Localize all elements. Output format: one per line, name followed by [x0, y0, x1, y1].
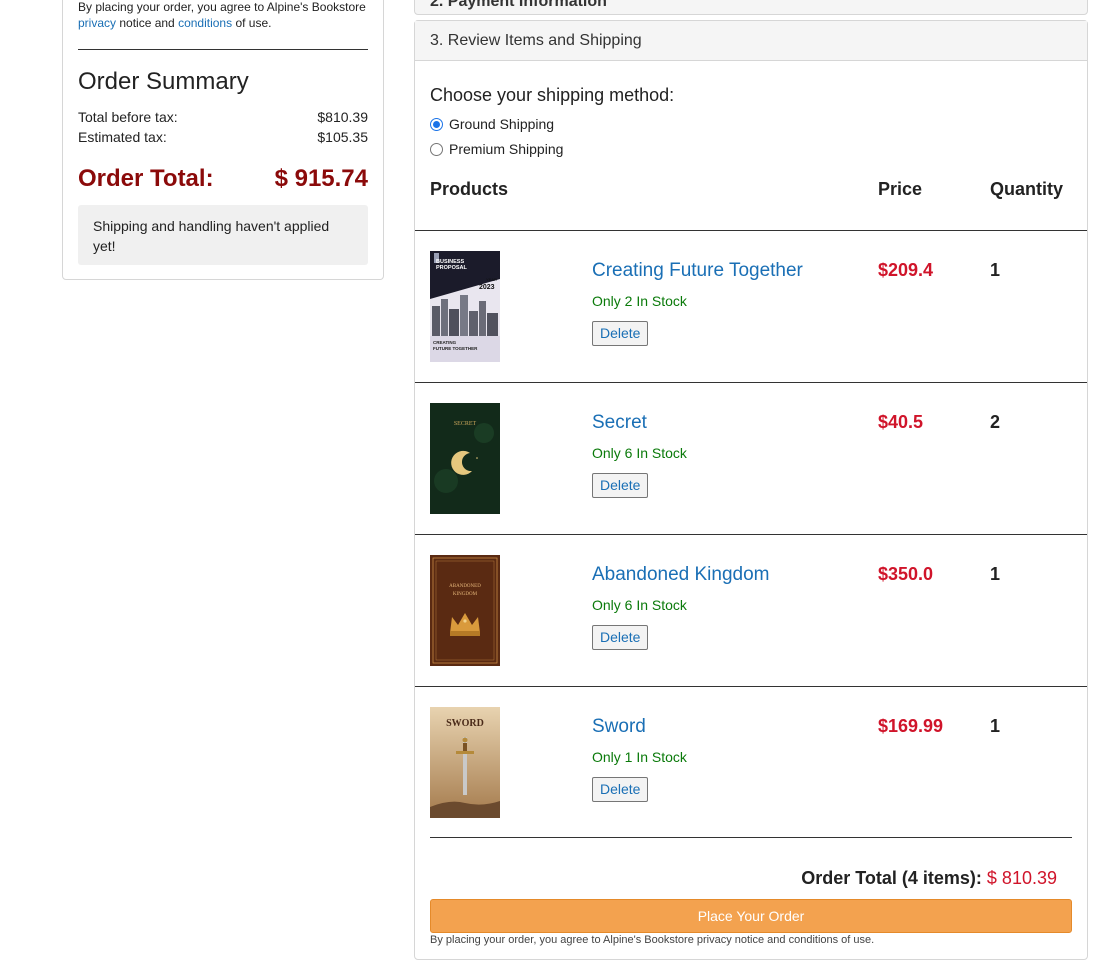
total-before-tax-label: Total before tax:: [78, 109, 178, 125]
svg-text:CREATING: CREATING: [433, 340, 457, 345]
conditions-link[interactable]: conditions: [178, 16, 232, 30]
cart-item-row: ABANDONED KINGDOM Abandoned Kingdom Only…: [415, 534, 1087, 686]
items-order-total-value: $ 810.39: [986, 868, 1057, 888]
ground-shipping-label: Ground Shipping: [449, 116, 555, 132]
cart-item-row: SECRET Secret Only 6 In Stock Delete $40…: [415, 382, 1087, 534]
price-column-header: Price: [878, 179, 923, 199]
book-cover-image[interactable]: SWORD: [430, 707, 500, 818]
delete-item-button[interactable]: Delete: [592, 473, 649, 498]
stock-status: Only 1 In Stock: [592, 749, 687, 765]
stock-status: Only 6 In Stock: [592, 597, 687, 613]
place-order-button[interactable]: Place Your Order: [430, 899, 1072, 933]
delete-item-button[interactable]: Delete: [592, 321, 649, 346]
payment-information-title: 2. Payment Information: [430, 0, 607, 10]
item-quantity: 1: [990, 260, 1001, 280]
item-price: $169.99: [878, 716, 944, 736]
item-quantity: 2: [990, 412, 1001, 432]
item-title-link[interactable]: Sword: [592, 716, 646, 738]
order-summary-title: Order Summary: [78, 68, 249, 95]
item-quantity: 1: [990, 716, 1001, 736]
item-price: $209.4: [878, 260, 934, 280]
item-price: $40.5: [878, 412, 924, 432]
review-items-title: 3. Review Items and Shipping: [430, 32, 642, 49]
stock-status: Only 6 In Stock: [592, 445, 687, 461]
order-summary-card: By placing your order, you agree to Alpi…: [62, 0, 384, 280]
total-before-tax-row: Total before tax: $810.39: [78, 109, 368, 125]
shipping-option-ground[interactable]: Ground Shipping: [430, 116, 554, 132]
book-cover-abandoned-kingdom: ABANDONED KINGDOM: [430, 555, 500, 666]
place-order-fine-print: By placing your order, you agree to Alpi…: [430, 934, 875, 946]
item-price: $350.0: [878, 564, 934, 584]
total-before-tax-value: $810.39: [317, 109, 368, 125]
estimated-tax-value: $105.35: [317, 129, 368, 145]
item-title-link[interactable]: Abandoned Kingdom: [592, 564, 769, 586]
book-cover-sword: SWORD: [430, 707, 500, 818]
item-title-link[interactable]: Secret: [592, 412, 647, 434]
svg-text:SECRET: SECRET: [454, 421, 477, 427]
svg-text:SWORD: SWORD: [446, 718, 484, 729]
svg-text:FUTURE TOGETHER: FUTURE TOGETHER: [433, 346, 478, 351]
cart-item-row: BUSINESS PROPOSAL YEAR 2023 CREATING FUT…: [415, 230, 1087, 382]
delete-item-button[interactable]: Delete: [592, 777, 649, 802]
shipping-method-prompt: Choose your shipping method:: [430, 85, 675, 105]
items-bottom-divider: [430, 837, 1072, 838]
stock-status: Only 2 In Stock: [592, 293, 687, 309]
svg-text:PROPOSAL: PROPOSAL: [436, 265, 468, 271]
privacy-link[interactable]: privacy: [78, 16, 116, 30]
order-total-label: Order Total:: [78, 165, 214, 192]
items-order-total: Order Total (4 items): $ 810.39: [801, 868, 1057, 889]
summary-divider: [78, 49, 368, 50]
order-total-value: $ 915.74: [274, 165, 368, 192]
review-items-header: 3. Review Items and Shipping: [415, 21, 1087, 61]
book-cover-image[interactable]: BUSINESS PROPOSAL YEAR 2023 CREATING FUT…: [430, 251, 500, 362]
delete-item-button[interactable]: Delete: [592, 625, 649, 650]
svg-text:KINGDOM: KINGDOM: [453, 592, 478, 597]
shipping-option-premium[interactable]: Premium Shipping: [430, 141, 563, 157]
book-cover-secret: SECRET: [430, 403, 500, 514]
order-total-row: Order Total: $ 915.74: [78, 165, 368, 193]
ground-shipping-radio[interactable]: [430, 117, 443, 131]
svg-text:YEAR: YEAR: [486, 277, 497, 282]
review-items-panel: 3. Review Items and Shipping Choose your…: [414, 20, 1088, 960]
estimated-tax-row: Estimated tax: $105.35: [78, 129, 368, 145]
premium-shipping-radio[interactable]: [430, 142, 443, 156]
estimated-tax-label: Estimated tax:: [78, 129, 167, 145]
payment-information-panel[interactable]: 2. Payment Information: [414, 0, 1088, 15]
quantity-column-header: Quantity: [990, 179, 1064, 199]
svg-text:2023: 2023: [479, 284, 495, 291]
book-cover-image[interactable]: SECRET: [430, 403, 500, 514]
items-order-total-label: Order Total (4 items):: [801, 868, 987, 888]
shipping-note: Shipping and handling haven't applied ye…: [78, 205, 368, 265]
book-cover-image[interactable]: ABANDONED KINGDOM: [430, 555, 500, 666]
item-title-link[interactable]: Creating Future Together: [592, 260, 803, 282]
premium-shipping-label: Premium Shipping: [449, 141, 564, 157]
agree-text: By placing your order, you agree to Alpi…: [78, 0, 366, 30]
book-cover-creating-future-together: BUSINESS PROPOSAL YEAR 2023 CREATING FUT…: [430, 251, 500, 362]
svg-text:ABANDONED: ABANDONED: [449, 584, 481, 589]
products-column-header: Products: [430, 179, 509, 199]
item-quantity: 1: [990, 564, 1001, 584]
cart-item-row: SWORD Sword Only 1 In Stock Delete $169.…: [415, 686, 1087, 838]
